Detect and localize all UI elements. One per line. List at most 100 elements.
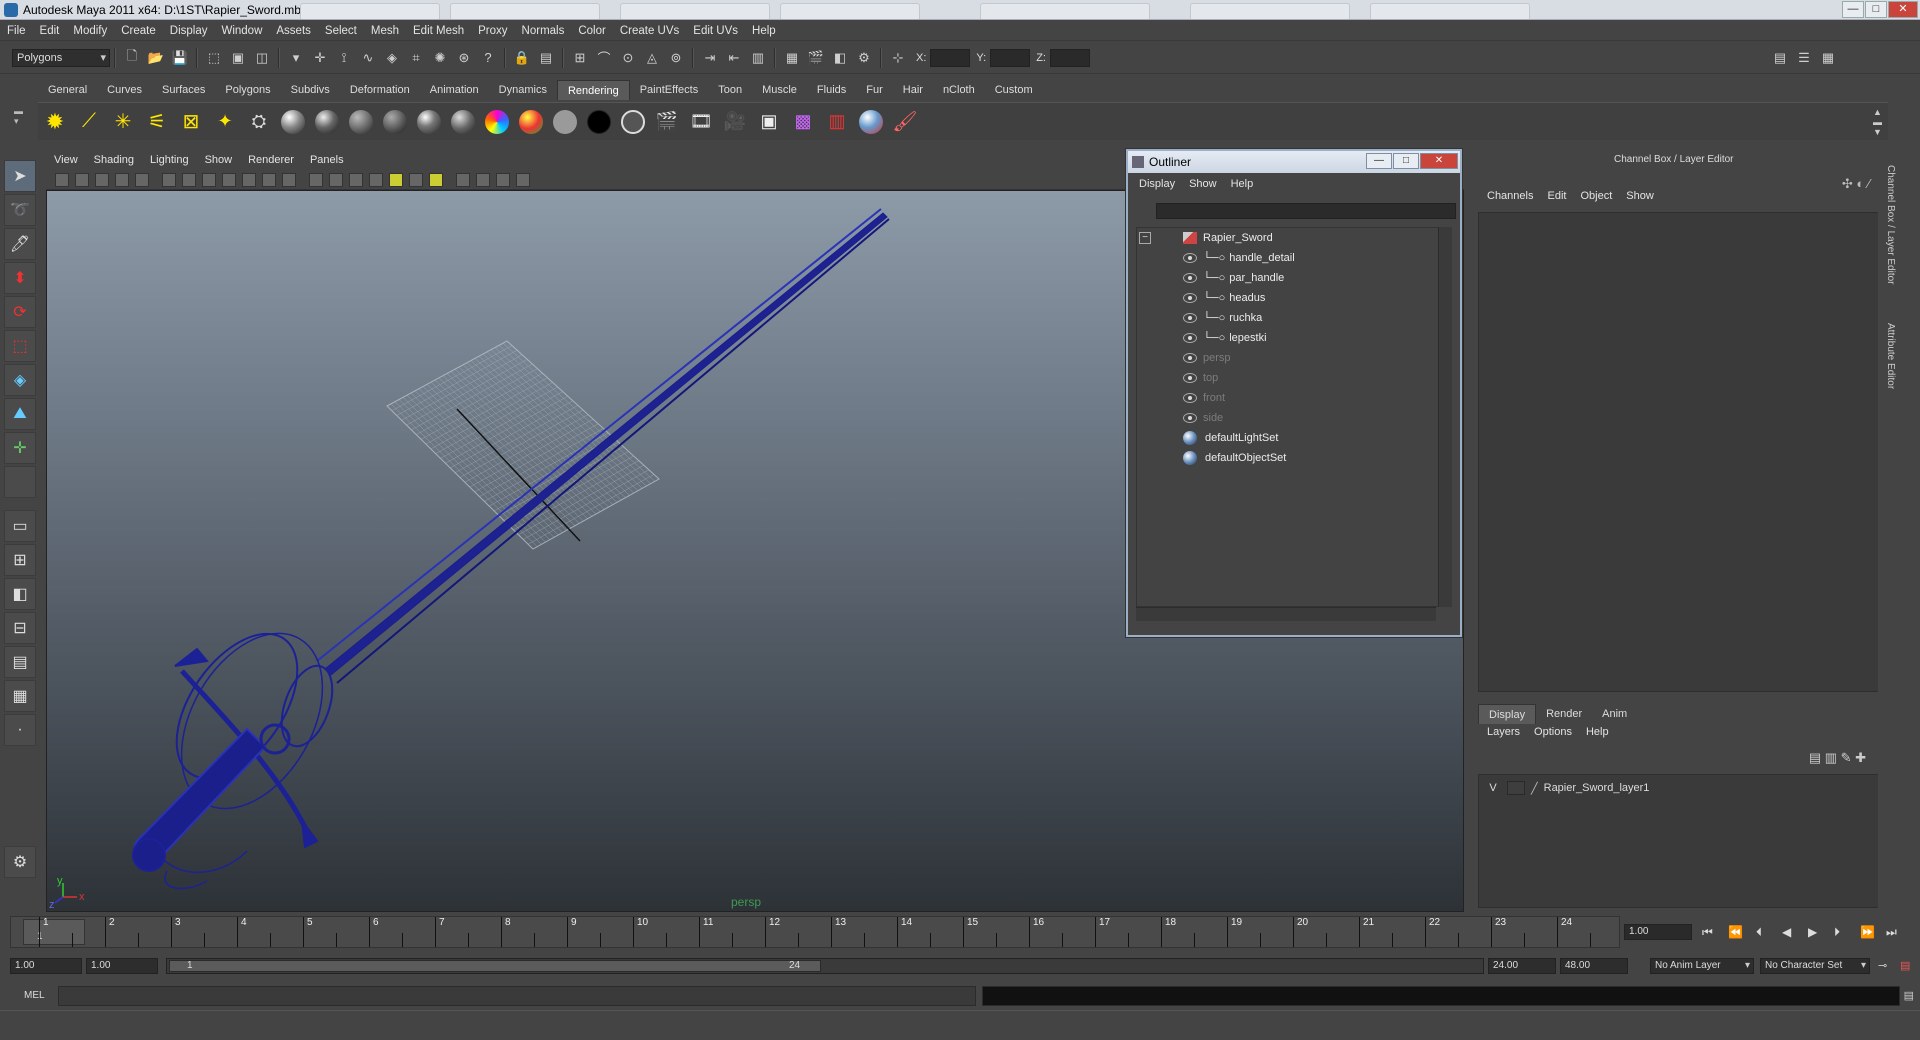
render-view-icon[interactable]: ▣ <box>755 108 783 136</box>
create-texture-icon[interactable] <box>857 108 885 136</box>
shader-phonge-icon[interactable] <box>449 108 477 136</box>
input-ops-icon[interactable]: ⇥ <box>700 48 720 68</box>
new-scene-icon[interactable]: 🗋 <box>122 48 142 68</box>
animation-end-field[interactable]: 48.00 <box>1560 958 1628 974</box>
menu-display[interactable]: Display <box>163 21 215 41</box>
character-set-dropdown[interactable]: No Character Set <box>1760 958 1870 974</box>
directional-light-icon[interactable]: ⟋ <box>75 108 103 136</box>
transform-input-icon[interactable]: ⊹ <box>888 48 908 68</box>
wireframe-icon[interactable] <box>309 172 323 187</box>
select-deformers-icon[interactable]: ⌗ <box>406 48 426 68</box>
shelf-scroll-icon[interactable]: ▲ ▬ ▼ <box>1873 107 1882 137</box>
select-component-icon[interactable]: ◫ <box>252 48 272 68</box>
shelf-tab-fur[interactable]: Fur <box>856 80 893 100</box>
layout-single-pane-icon[interactable]: ▭ <box>4 510 36 542</box>
layer-actions-icon[interactable]: ▤ ▥ ✎ ✚ <box>1809 750 1866 766</box>
shader-shading-map-icon[interactable] <box>517 108 545 136</box>
layer-tab-display[interactable]: Display <box>1478 704 1537 724</box>
shelf-tab-custom[interactable]: Custom <box>985 80 1043 100</box>
outliner-item-default-object-set[interactable]: defaultObjectSet <box>1183 448 1286 468</box>
viewport-menu-renderer[interactable]: Renderer <box>240 150 302 170</box>
image-plane-icon[interactable] <box>115 172 129 187</box>
playback-end-field[interactable]: 24.00 <box>1488 958 1556 974</box>
rotate-tool-icon[interactable]: ⟳ <box>4 296 36 328</box>
script-editor-icon[interactable]: ▤ <box>1904 989 1914 1002</box>
menu-set-dropdown[interactable]: Polygons <box>12 48 110 67</box>
shader-blinn-icon[interactable] <box>313 108 341 136</box>
xray-joints-icon[interactable] <box>496 172 510 187</box>
select-hierarchy-icon[interactable]: ⬚ <box>204 48 224 68</box>
shelf-tab-curves[interactable]: Curves <box>97 80 152 100</box>
shelf-tab-ncloth[interactable]: nCloth <box>933 80 985 100</box>
highlight-selection-icon[interactable]: ▤ <box>536 48 556 68</box>
outliner-title-bar[interactable]: Outliner — □ ✕ <box>1128 151 1460 173</box>
layer-tab-render[interactable]: Render <box>1536 704 1592 724</box>
mask-dropdown-icon[interactable]: ▾ <box>286 48 306 68</box>
go-to-start-icon[interactable]: ⏮ <box>1702 925 1713 940</box>
range-slider[interactable]: 1 24 <box>166 958 1484 974</box>
shelf-tab-toon[interactable]: Toon <box>708 80 752 100</box>
universal-manip-icon[interactable]: ◈ <box>4 364 36 396</box>
render-view-icon[interactable]: ▦ <box>782 48 802 68</box>
shader-lambert-icon[interactable] <box>347 108 375 136</box>
select-curves-icon[interactable]: ∿ <box>358 48 378 68</box>
layout-persp-outliner-icon[interactable]: ◧ <box>4 578 36 610</box>
render-settings-icon[interactable]: ▥ <box>823 108 851 136</box>
paint-brush-icon[interactable]: 🖌 <box>891 108 919 136</box>
outliner-item-top[interactable]: top <box>1183 368 1218 388</box>
shelf-tab-hair[interactable]: Hair <box>893 80 933 100</box>
ipr-render-icon[interactable]: 🎞 <box>687 108 715 136</box>
render-current-frame-icon[interactable]: 🎬 <box>653 108 681 136</box>
outliner-item-rapier-sword[interactable]: Rapier_Sword <box>1183 228 1273 248</box>
soft-mod-icon[interactable]: ⛰ <box>4 398 36 430</box>
select-surfaces-icon[interactable]: ◈ <box>382 48 402 68</box>
shelf-tab-polygons[interactable]: Polygons <box>215 80 280 100</box>
current-time-indicator[interactable] <box>23 919 85 945</box>
menu-edit[interactable]: Edit <box>33 21 67 41</box>
open-scene-icon[interactable]: 📂 <box>146 48 166 68</box>
outliner-item-lepestki[interactable]: └─○ lepestki <box>1183 328 1267 348</box>
menu-modify[interactable]: Modify <box>66 21 114 41</box>
go-to-end-icon[interactable]: ⏭ <box>1886 925 1897 940</box>
shader-anisotropic-icon[interactable] <box>279 108 307 136</box>
mental-ray-icon[interactable]: ⚙ <box>4 846 36 878</box>
viewport-menu-panels[interactable]: Panels <box>302 150 352 170</box>
shelf-tab-painteffects[interactable]: PaintEffects <box>630 80 709 100</box>
lasso-tool-icon[interactable]: ➰ <box>4 194 36 226</box>
construction-history-icon[interactable]: ▥ <box>748 48 768 68</box>
scale-tool-icon[interactable]: ⬚ <box>4 330 36 362</box>
menu-create[interactable]: Create <box>114 21 163 41</box>
smooth-shade-icon[interactable] <box>329 172 343 187</box>
render-current-icon[interactable]: 🎬 <box>806 48 826 68</box>
menu-help[interactable]: Help <box>745 21 783 41</box>
volume-light-icon[interactable]: ✦ <box>211 108 239 136</box>
spot-light-icon[interactable]: ⚟ <box>143 108 171 136</box>
last-tool-icon[interactable] <box>4 466 36 498</box>
snap-point-icon[interactable]: ⊙ <box>618 48 638 68</box>
move-tool-icon[interactable]: ⬍ <box>4 262 36 294</box>
time-slider[interactable]: 1 12345678910111213141516171819202122232… <box>10 916 1620 948</box>
shader-layered-icon[interactable] <box>381 108 409 136</box>
cb-menu-channels[interactable]: Channels <box>1480 190 1540 202</box>
range-slider-handle[interactable] <box>169 960 821 972</box>
command-language-label[interactable]: MEL <box>24 990 45 1001</box>
minimize-button[interactable]: — <box>1842 1 1864 18</box>
outliner-item-ruchka[interactable]: └─○ ruchka <box>1183 308 1262 328</box>
select-misc-icon[interactable]: ? <box>478 48 498 68</box>
outliner-item-persp[interactable]: persp <box>1183 348 1231 368</box>
menu-normals[interactable]: Normals <box>515 21 572 41</box>
menu-edit-mesh[interactable]: Edit Mesh <box>406 21 471 41</box>
layer-tab-anim[interactable]: Anim <box>1592 704 1637 724</box>
shelf-tab-deformation[interactable]: Deformation <box>340 80 420 100</box>
layer-row[interactable]: V ╱ Rapier_Sword_layer1 <box>1485 781 1649 795</box>
lock-selection-icon[interactable]: 🔒 <box>512 48 532 68</box>
shadows-icon[interactable] <box>409 172 423 187</box>
outliner-item-headus[interactable]: └─○ headus <box>1183 288 1265 308</box>
safe-title-icon[interactable] <box>282 172 296 187</box>
outliner-close-button[interactable]: ✕ <box>1420 153 1458 169</box>
anim-prefs-icon[interactable]: ▤ <box>1900 959 1910 972</box>
toggle-channel-box-icon[interactable]: ▦ <box>1818 48 1838 68</box>
x-field[interactable] <box>930 48 971 67</box>
shader-ramp-icon[interactable] <box>483 108 511 136</box>
gate-mask-icon[interactable] <box>222 172 236 187</box>
